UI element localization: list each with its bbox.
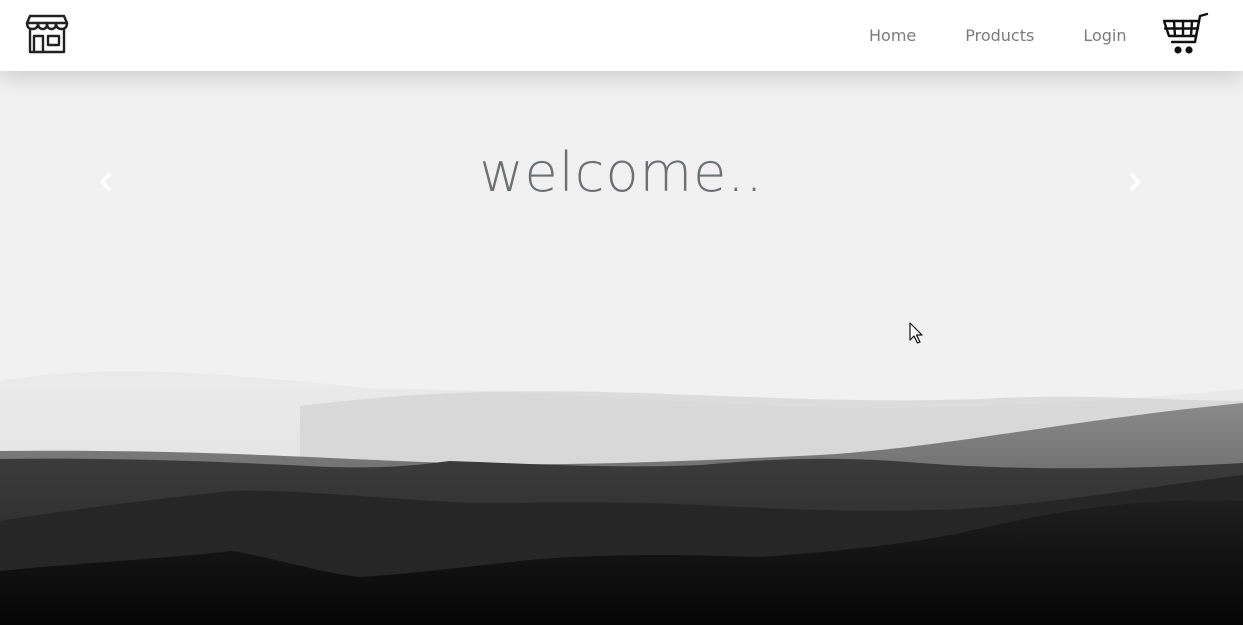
hero-title: welcome.. bbox=[479, 141, 764, 204]
shopping-cart-icon[interactable] bbox=[1161, 12, 1209, 56]
chevron-right-icon[interactable] bbox=[1121, 163, 1149, 201]
nav-link-home[interactable]: Home bbox=[869, 26, 916, 45]
hero-carousel: welcome.. bbox=[0, 71, 1243, 625]
storefront-icon[interactable] bbox=[25, 14, 69, 54]
nav-link-login[interactable]: Login bbox=[1083, 26, 1126, 45]
nav-link-products[interactable]: Products bbox=[965, 26, 1034, 45]
navbar: Home Products Login bbox=[0, 0, 1243, 71]
nav-links: Home Products Login bbox=[852, 0, 1127, 71]
chevron-left-icon[interactable] bbox=[92, 163, 120, 201]
